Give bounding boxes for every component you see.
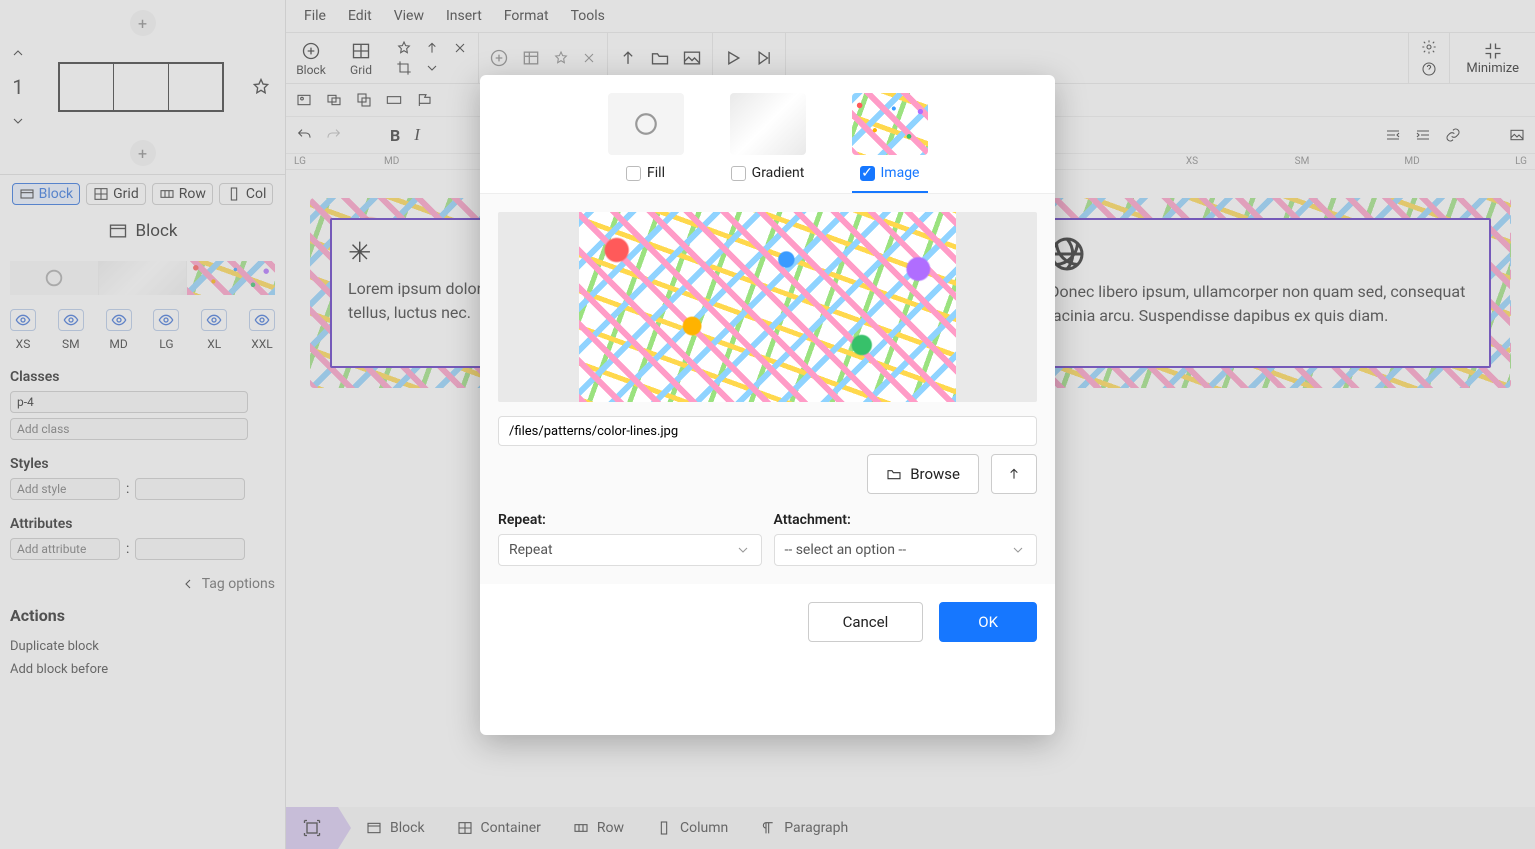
upload-button[interactable]: [991, 454, 1037, 494]
cancel-button[interactable]: Cancel: [808, 602, 924, 642]
ok-button[interactable]: OK: [939, 602, 1037, 642]
chevron-down-icon: [1010, 542, 1026, 558]
repeat-select[interactable]: Repeat: [498, 534, 762, 566]
background-modal: Fill Gradient ✓Image Browse: [480, 75, 1055, 735]
tab-gradient[interactable]: Gradient: [730, 93, 806, 193]
image-path-input[interactable]: [498, 416, 1037, 446]
circle-icon: [633, 111, 659, 137]
attachment-label: Attachment:: [774, 512, 851, 528]
chevron-down-icon: [735, 542, 751, 558]
image-preview: [498, 212, 1037, 402]
tab-fill[interactable]: Fill: [608, 93, 684, 193]
folder-icon: [886, 466, 902, 482]
attachment-select[interactable]: -- select an option --: [774, 534, 1038, 566]
repeat-label: Repeat:: [498, 512, 546, 528]
arrow-up-icon: [1006, 466, 1022, 482]
tab-image[interactable]: ✓Image: [852, 93, 928, 193]
modal-scrim[interactable]: Fill Gradient ✓Image Browse: [0, 0, 1535, 849]
browse-button[interactable]: Browse: [867, 454, 979, 494]
